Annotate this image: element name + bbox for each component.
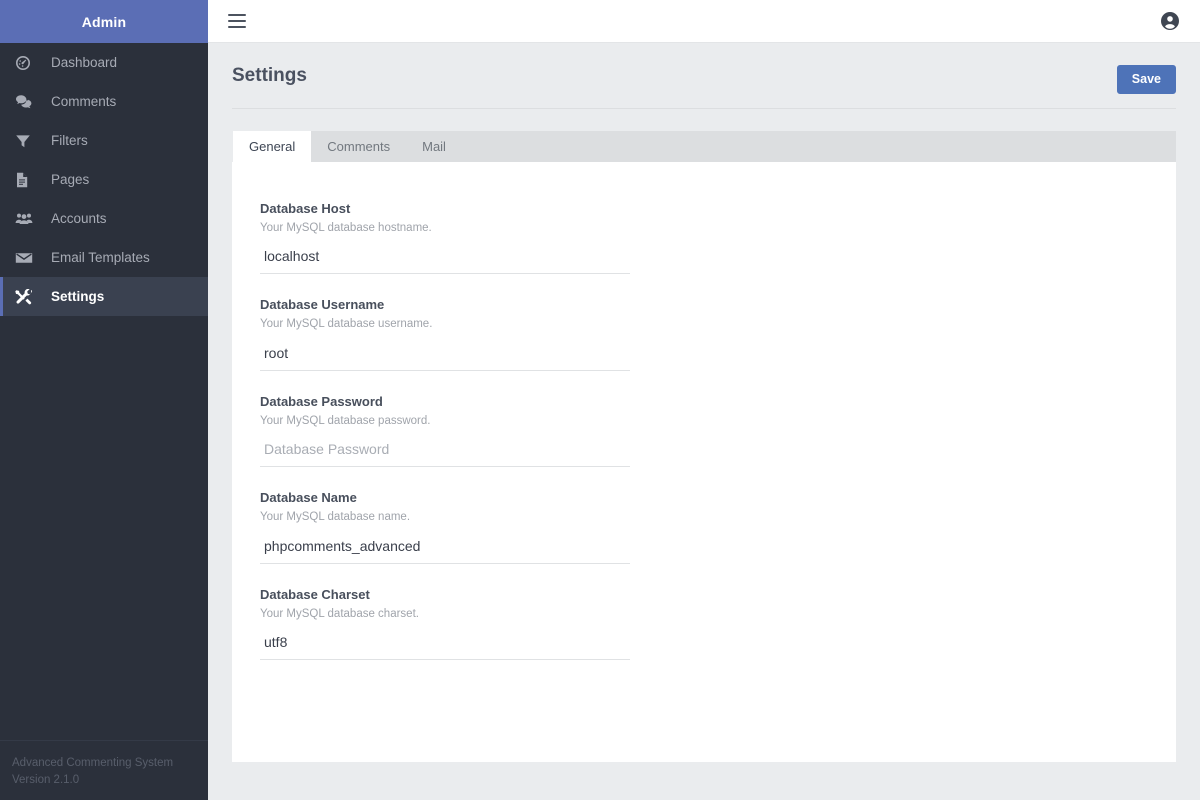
topbar — [208, 0, 1200, 43]
app-name-text: Advanced Commenting System — [12, 755, 208, 772]
field-help-text: Your MySQL database hostname. — [260, 223, 630, 235]
page-header: Settings Save — [232, 43, 1176, 109]
sidebar-item-label: Pages — [51, 173, 89, 187]
comments-icon — [15, 93, 41, 111]
envelope-icon — [15, 249, 41, 267]
tab-comments[interactable]: Comments — [311, 131, 406, 162]
field-database-password: Database Password Your MySQL database pa… — [260, 395, 630, 468]
sidebar-footer: Advanced Commenting System Version 2.1.0 — [0, 740, 208, 800]
database-host-input[interactable] — [260, 246, 630, 274]
tab-panel-general: Database Host Your MySQL database hostna… — [232, 162, 1176, 762]
field-help-text: Your MySQL database charset. — [260, 609, 630, 621]
sidebar-item-label: Comments — [51, 95, 116, 109]
sidebar-item-label: Dashboard — [51, 56, 117, 70]
database-name-input[interactable] — [260, 536, 630, 564]
sidebar-item-email-templates[interactable]: Email Templates — [0, 238, 208, 277]
field-help-text: Your MySQL database username. — [260, 319, 630, 331]
gauge-icon — [15, 54, 41, 72]
sidebar-nav: Dashboard Comments Filters — [0, 43, 208, 740]
field-label: Database Host — [260, 202, 630, 215]
filter-icon — [15, 132, 41, 150]
tabs-container: General Comments Mail Database Host Your… — [232, 109, 1176, 762]
file-icon — [15, 171, 41, 189]
sidebar-item-label: Settings — [51, 290, 104, 304]
field-database-host: Database Host Your MySQL database hostna… — [260, 202, 630, 275]
sidebar-item-comments[interactable]: Comments — [0, 82, 208, 121]
field-label: Database Password — [260, 395, 630, 408]
tab-general[interactable]: General — [233, 131, 311, 162]
general-settings-form: Database Host Your MySQL database hostna… — [260, 202, 630, 661]
field-help-text: Your MySQL database name. — [260, 512, 630, 524]
users-icon — [15, 210, 41, 228]
tab-mail[interactable]: Mail — [406, 131, 462, 162]
sidebar-item-pages[interactable]: Pages — [0, 160, 208, 199]
main-area: Settings Save General Comments Mail Data… — [208, 0, 1200, 800]
sidebar: Admin Dashboard — [0, 0, 208, 800]
sidebar-item-label: Email Templates — [51, 251, 150, 265]
sidebar-item-label: Filters — [51, 134, 88, 148]
hamburger-bar — [228, 26, 246, 28]
account-circle-icon[interactable] — [1160, 11, 1180, 31]
brand-title: Admin — [82, 14, 127, 30]
sidebar-item-accounts[interactable]: Accounts — [0, 199, 208, 238]
tools-icon — [15, 288, 41, 306]
database-username-input[interactable] — [260, 343, 630, 371]
field-database-username: Database Username Your MySQL database us… — [260, 298, 630, 371]
app-root: Admin Dashboard — [0, 0, 1200, 800]
page-title: Settings — [232, 65, 307, 87]
hamburger-bar — [228, 14, 246, 16]
page-content: Settings Save General Comments Mail Data… — [208, 43, 1200, 800]
sidebar-item-dashboard[interactable]: Dashboard — [0, 43, 208, 82]
field-label: Database Username — [260, 298, 630, 311]
field-label: Database Charset — [260, 588, 630, 601]
field-database-charset: Database Charset Your MySQL database cha… — [260, 588, 630, 661]
sidebar-item-label: Accounts — [51, 212, 107, 226]
save-button[interactable]: Save — [1117, 65, 1176, 94]
field-help-text: Your MySQL database password. — [260, 416, 630, 428]
tab-bar: General Comments Mail — [233, 131, 1176, 162]
sidebar-item-settings[interactable]: Settings — [0, 277, 208, 316]
database-charset-input[interactable] — [260, 632, 630, 660]
brand-header: Admin — [0, 0, 208, 43]
field-label: Database Name — [260, 491, 630, 504]
hamburger-bar — [228, 20, 246, 22]
database-password-input[interactable] — [260, 439, 630, 467]
hamburger-icon[interactable] — [228, 14, 246, 28]
sidebar-item-filters[interactable]: Filters — [0, 121, 208, 160]
field-database-name: Database Name Your MySQL database name. — [260, 491, 630, 564]
app-version-text: Version 2.1.0 — [12, 772, 208, 789]
